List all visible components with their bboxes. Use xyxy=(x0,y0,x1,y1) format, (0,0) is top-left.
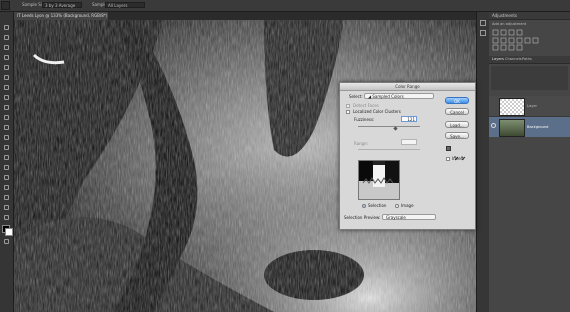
layers-tab[interactable]: Layers xyxy=(492,57,504,61)
quick-mask-icon[interactable] xyxy=(3,238,10,245)
type-tool-icon[interactable] xyxy=(3,174,10,181)
lasso-tool-icon[interactable] xyxy=(3,44,10,51)
shape-tool-icon[interactable] xyxy=(3,194,10,201)
selection-radio-label: Selection xyxy=(368,203,387,208)
blur-tool-icon[interactable] xyxy=(3,144,10,151)
fuzziness-slider[interactable] xyxy=(358,126,420,127)
exposure-icon xyxy=(516,29,523,36)
document-tab-bar: IT Leeds Lyon @ 133% (Background, RGB/8*… xyxy=(14,12,488,20)
selection-preview-label: Selection Preview: xyxy=(344,215,381,220)
invert-checkbox[interactable] xyxy=(446,157,450,161)
eraser-tool-icon[interactable] xyxy=(3,124,10,131)
brightness-contrast-icon xyxy=(492,29,499,36)
selection-preview-dropdown[interactable]: Grayscale xyxy=(382,214,436,220)
adjustments-tab[interactable]: Adjustments xyxy=(489,12,570,20)
load-button[interactable]: Load... xyxy=(445,121,469,128)
detect-faces-checkbox[interactable] xyxy=(346,104,350,108)
photo-filter-icon xyxy=(524,37,531,44)
channel-mixer-icon xyxy=(532,37,539,44)
marquee-tool-icon[interactable] xyxy=(3,34,10,41)
hue-saturation-icon xyxy=(500,37,507,44)
right-panel-dock: Adjustments Add an adjustment Layers Cha… xyxy=(489,12,570,312)
layer-row-background[interactable]: Background xyxy=(489,117,570,137)
localized-clusters-checkbox[interactable] xyxy=(346,110,350,114)
invert-adj-icon xyxy=(492,44,499,51)
document-tab-label: IT Leeds Lyon @ 133% (Background, RGB/8*… xyxy=(17,13,108,18)
visibility-eye-icon[interactable] xyxy=(491,123,496,128)
color-balance-icon xyxy=(508,37,515,44)
clone-stamp-tool-icon[interactable] xyxy=(3,104,10,111)
layer-thumbnail xyxy=(499,119,525,137)
ok-button[interactable]: OK xyxy=(445,97,469,104)
properties-panel-icon[interactable] xyxy=(480,30,486,36)
invert-label: Invert xyxy=(452,156,464,161)
fuzziness-label: Fuzziness: xyxy=(354,117,375,122)
brush-tool-icon[interactable] xyxy=(3,94,10,101)
layer-row-layer[interactable]: Layer xyxy=(489,96,570,117)
selective-color-icon xyxy=(516,44,523,51)
visibility-eye-icon[interactable] xyxy=(491,102,496,107)
sample-dropdown[interactable]: All Layers xyxy=(105,2,145,8)
fuzziness-input[interactable]: 121 xyxy=(401,116,417,122)
background-color-swatch[interactable] xyxy=(5,228,13,236)
cancel-button[interactable]: Cancel xyxy=(445,108,469,115)
black-white-icon xyxy=(516,37,523,44)
save-button[interactable]: Save... xyxy=(445,132,469,139)
eyedropper-minus-icon[interactable] xyxy=(461,146,466,161)
pen-tool-icon[interactable] xyxy=(3,164,10,171)
color-range-dialog: Color Range Select: ◢ Sampled Colors Det… xyxy=(339,82,476,230)
dodge-tool-icon[interactable] xyxy=(3,154,10,161)
history-brush-tool-icon[interactable] xyxy=(3,114,10,121)
selection-preview-thumbnail xyxy=(358,160,400,200)
channels-tab[interactable]: Channels xyxy=(505,57,522,61)
eyedropper-icon[interactable] xyxy=(446,146,451,151)
select-label: Select: xyxy=(349,94,363,99)
layer-name: Layer xyxy=(527,104,538,108)
options-bar: Sample Size: 3 by 3 Average Sample: All … xyxy=(0,0,570,12)
sample-size-dropdown[interactable]: 3 by 3 Average xyxy=(42,2,82,8)
detect-faces-label: Detect Faces xyxy=(353,103,379,108)
adjustment-icons-grid xyxy=(492,29,552,51)
gradient-tool-icon[interactable] xyxy=(3,134,10,141)
panel-icon-strip xyxy=(476,12,489,312)
localized-clusters-label: Localized Color Clusters xyxy=(353,109,401,114)
path-select-tool-icon[interactable] xyxy=(3,184,10,191)
crop-tool-icon[interactable] xyxy=(3,64,10,71)
levels-icon xyxy=(500,29,507,36)
eyedropper-plus-icon[interactable] xyxy=(454,146,459,161)
vibrance-icon xyxy=(492,37,499,44)
selection-radio[interactable] xyxy=(362,204,366,208)
paths-tab[interactable]: Paths xyxy=(522,57,532,61)
posterize-icon xyxy=(500,44,507,51)
layer-name: Background xyxy=(527,125,549,129)
eyedropper-tool-preset-icon[interactable] xyxy=(1,1,10,10)
range-input[interactable] xyxy=(401,139,417,145)
range-label: Range: xyxy=(354,141,369,146)
tools-panel xyxy=(0,12,14,312)
hand-tool-icon[interactable] xyxy=(3,204,10,211)
add-adjustment-label: Add an adjustment xyxy=(492,22,527,26)
fuzziness-slider-thumb[interactable] xyxy=(393,126,398,131)
eyedropper-tool-icon[interactable] xyxy=(3,74,10,81)
history-panel-icon[interactable] xyxy=(480,20,486,26)
image-radio-label: Image xyxy=(401,203,414,208)
select-dropdown[interactable]: ◢ Sampled Colors xyxy=(364,93,434,99)
move-tool-icon[interactable] xyxy=(3,24,10,31)
layer-options-area xyxy=(491,66,568,90)
quick-select-tool-icon[interactable] xyxy=(3,54,10,61)
curves-icon xyxy=(508,29,515,36)
threshold-icon xyxy=(508,44,515,51)
layer-thumbnail xyxy=(499,98,525,116)
image-radio[interactable] xyxy=(395,204,399,208)
healing-tool-icon[interactable] xyxy=(3,84,10,91)
dialog-title: Color Range xyxy=(340,83,475,91)
document-tab[interactable]: IT Leeds Lyon @ 133% (Background, RGB/8*… xyxy=(14,12,108,20)
range-slider[interactable] xyxy=(358,149,420,150)
zoom-tool-icon[interactable] xyxy=(3,214,10,221)
